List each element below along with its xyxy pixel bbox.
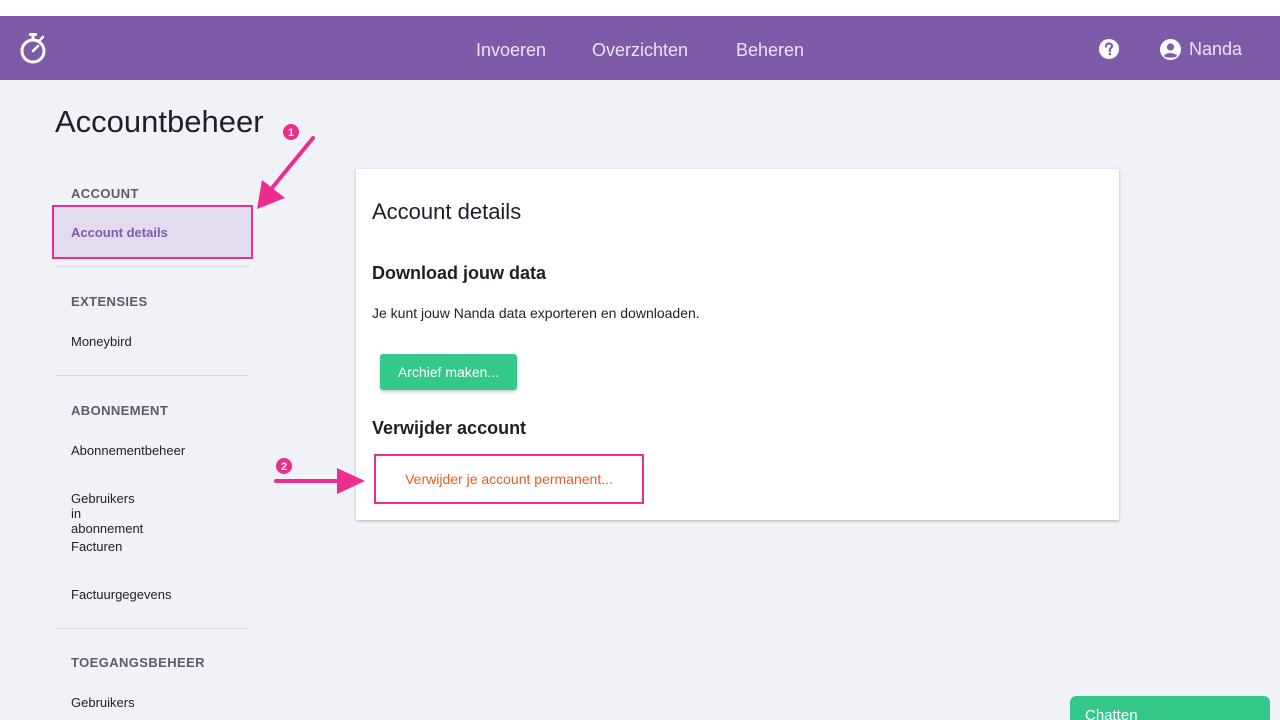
- sidebar-divider: [56, 375, 249, 376]
- page-title: Accountbeheer: [55, 104, 264, 139]
- delete-account-heading: Verwijder account: [372, 418, 527, 438]
- chat-button[interactable]: Chatten: [1070, 696, 1270, 720]
- account-details-card: Account details Download jouw data Je ku…: [356, 169, 1119, 520]
- sidebar-item-gebruikers[interactable]: Gebruikers: [71, 695, 135, 710]
- sidebar-divider: [56, 628, 249, 629]
- step-badge-2-label: 2: [281, 461, 287, 473]
- sidebar-heading-extensies: EXTENSIES: [71, 294, 148, 309]
- sidebar-item-facturen[interactable]: Facturen: [71, 539, 122, 554]
- main-nav: Invoeren Overzichten Beheren: [0, 16, 1280, 80]
- delete-account-button[interactable]: Verwijder je account permanent...: [376, 456, 642, 502]
- arrow-step1-head: [257, 180, 285, 209]
- top-strip: [0, 0, 1280, 16]
- step-badge-2: [276, 458, 292, 474]
- sidebar-heading-toegangsbeheer: TOEGANGSBEHEER: [71, 655, 205, 670]
- user-name: Nanda: [1189, 38, 1243, 59]
- top-navbar: Invoeren Overzichten Beheren Nanda: [0, 16, 1280, 80]
- step-badge-1-label: 1: [288, 127, 294, 139]
- step-badge-1: [283, 124, 299, 140]
- sidebar-divider: [56, 266, 249, 267]
- sidebar-heading-abonnement: ABONNEMENT: [71, 403, 169, 418]
- sidebar-item-factuurgegevens[interactable]: Factuurgegevens: [71, 587, 171, 602]
- user-menu[interactable]: Nanda: [1160, 37, 1242, 61]
- nav-overzichten[interactable]: Overzichten: [592, 40, 688, 61]
- archive-button[interactable]: Archief maken...: [380, 354, 517, 390]
- card-title: Account details: [372, 199, 522, 224]
- user-circle-icon: [1160, 38, 1181, 60]
- nav-invoeren[interactable]: Invoeren: [476, 40, 546, 61]
- sidebar-heading-account: ACCOUNT: [71, 186, 139, 201]
- arrow-step1-shaft: [270, 136, 315, 190]
- sidebar-item-account-details[interactable]: Account details: [54, 206, 251, 257]
- nav-beheren[interactable]: Beheren: [736, 40, 804, 61]
- sidebar-item-moneybird[interactable]: Moneybird: [71, 334, 132, 349]
- sidebar-item-abonnementbeheer[interactable]: Abonnementbeheer: [71, 443, 185, 458]
- sidebar-item-gebruikers-in-abonnement[interactable]: Gebruikers in abonnement: [71, 491, 143, 536]
- download-data-description: Je kunt jouw Nanda data exporteren en do…: [372, 305, 700, 321]
- help-circle-icon[interactable]: [1099, 39, 1119, 59]
- download-data-heading: Download jouw data: [372, 263, 546, 283]
